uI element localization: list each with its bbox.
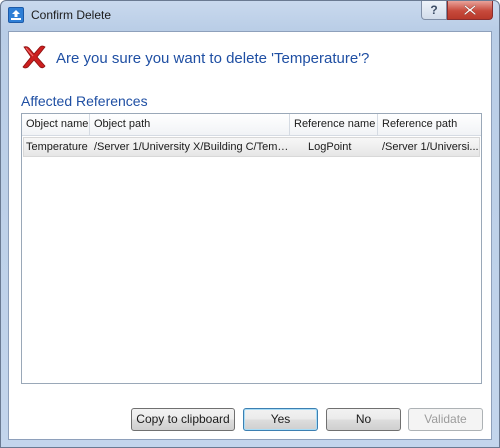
confirmation-message: Are you sure you want to delete 'Tempera… xyxy=(56,50,370,67)
column-header-object-path[interactable]: Object path xyxy=(90,114,290,135)
column-header-reference-path[interactable]: Reference path xyxy=(378,114,481,135)
copy-to-clipboard-button[interactable]: Copy to clipboard xyxy=(131,408,235,431)
close-button[interactable] xyxy=(447,1,493,20)
table-row[interactable]: Temperature /Server 1/University X/Build… xyxy=(23,137,480,157)
upload-arrow-icon xyxy=(8,7,24,23)
title-bar[interactable]: Confirm Delete ? xyxy=(1,1,499,31)
help-label: ? xyxy=(430,3,438,17)
window-title: Confirm Delete xyxy=(31,8,112,22)
column-header-object-name[interactable]: Object name xyxy=(22,114,90,135)
close-x-icon xyxy=(463,4,477,16)
red-x-error-icon xyxy=(22,45,46,69)
cell-object-path: /Server 1/University X/Building C/Temp..… xyxy=(94,141,290,153)
dialog-body: Are you sure you want to delete 'Tempera… xyxy=(8,31,492,440)
validate-button[interactable]: Validate xyxy=(408,408,483,431)
column-header-reference-name[interactable]: Reference name xyxy=(290,114,378,135)
table-header: Object name Object path Reference name R… xyxy=(22,114,481,136)
references-table: Object name Object path Reference name R… xyxy=(21,113,482,384)
confirm-delete-window: Confirm Delete ? Are you sure you want t… xyxy=(0,0,500,448)
help-button[interactable]: ? xyxy=(421,1,447,20)
cell-reference-path: /Server 1/Universi... xyxy=(382,141,479,153)
no-button[interactable]: No xyxy=(326,408,401,431)
cell-object-name: Temperature xyxy=(26,141,88,153)
yes-button[interactable]: Yes xyxy=(243,408,318,431)
affected-references-label: Affected References xyxy=(21,93,148,109)
cell-reference-name: LogPoint xyxy=(308,141,352,153)
